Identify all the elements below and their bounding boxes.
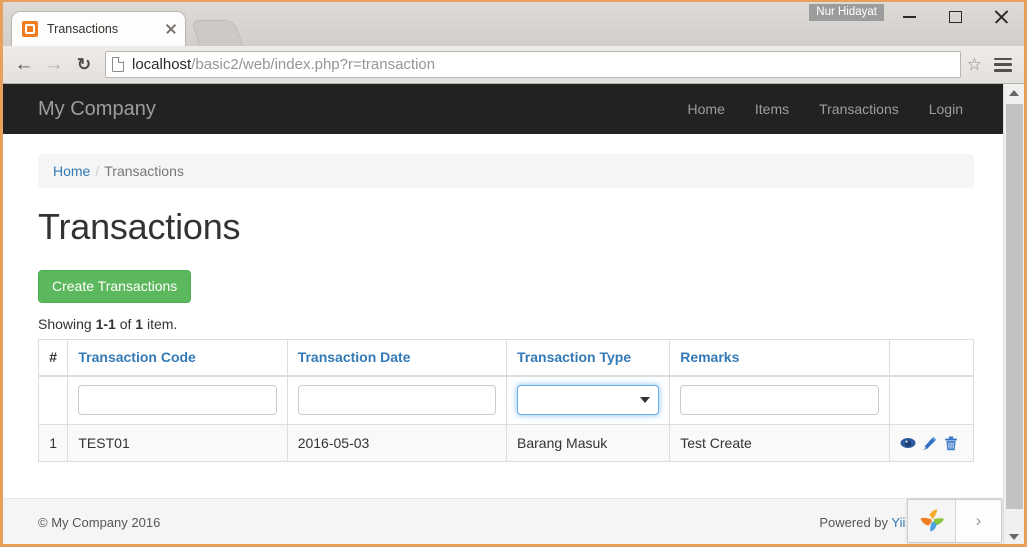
page-viewport: My Company Home Items Transactions Login… xyxy=(3,84,1024,544)
filter-cell-actions xyxy=(888,375,975,425)
breadcrumb-home-link[interactable]: Home xyxy=(53,163,90,179)
filter-transaction-date-input[interactable] xyxy=(297,385,496,415)
reload-button[interactable]: ↻ xyxy=(69,50,99,80)
web-page: My Company Home Items Transactions Login… xyxy=(3,84,1009,544)
cell-transaction-type: Barang Masuk xyxy=(505,424,671,462)
grid-filter-row xyxy=(37,375,975,425)
transactions-grid: # Transaction Code Transaction Date Tran… xyxy=(37,339,975,462)
site-navbar: My Company Home Items Transactions Login xyxy=(3,84,1009,134)
new-tab-button[interactable] xyxy=(190,20,244,46)
filter-cell-remarks xyxy=(669,375,890,425)
nav-link-items[interactable]: Items xyxy=(740,101,804,117)
create-transactions-button[interactable]: Create Transactions xyxy=(38,270,192,303)
grid-body: 1 TEST01 2016-05-03 Barang Masuk Test Cr… xyxy=(37,375,975,462)
site-footer: © My Company 2016 Powered by Yii Framewo… xyxy=(3,498,1009,544)
vertical-scrollbar[interactable] xyxy=(1003,84,1024,544)
summary-suffix: item. xyxy=(143,316,178,332)
header-remarks[interactable]: Remarks xyxy=(669,339,890,377)
view-icon[interactable] xyxy=(900,436,916,450)
user-profile-chip[interactable]: Nur Hidayat xyxy=(809,4,884,21)
summary-range: 1-1 xyxy=(95,316,116,332)
browser-tab[interactable]: Transactions xyxy=(11,11,186,46)
powered-prefix: Powered by xyxy=(819,515,892,530)
window-close-button[interactable] xyxy=(978,2,1024,32)
cell-actions xyxy=(888,424,975,462)
cell-transaction-date: 2016-05-03 xyxy=(286,424,508,462)
debug-toolbar-toggle-button[interactable]: › xyxy=(956,500,1001,542)
window-maximize-button[interactable] xyxy=(932,2,978,32)
filter-cell-date xyxy=(286,375,508,425)
grid-header-row: # Transaction Code Transaction Date Tran… xyxy=(37,339,975,377)
scrollbar-thumb[interactable] xyxy=(1006,104,1023,509)
page-title: Transactions xyxy=(38,206,241,247)
filter-transaction-type-select[interactable] xyxy=(517,385,660,415)
filter-transaction-type-wrapper xyxy=(517,385,660,415)
grid-header: # Transaction Code Transaction Date Tran… xyxy=(37,339,975,377)
site-brand[interactable]: My Company xyxy=(38,98,156,121)
scroll-up-arrow-icon[interactable] xyxy=(1004,84,1024,102)
tab-close-icon[interactable] xyxy=(163,21,179,37)
scroll-down-arrow-icon[interactable] xyxy=(1004,528,1024,544)
update-icon[interactable] xyxy=(922,436,937,451)
header-transaction-code[interactable]: Transaction Code xyxy=(67,339,288,377)
site-nav-links: Home Items Transactions Login xyxy=(673,101,978,117)
browser-window: Transactions Nur Hidayat ← → ↻ localhost… xyxy=(0,0,1027,547)
window-controls xyxy=(886,2,1024,32)
address-bar-url: localhost/basic2/web/index.php?r=transac… xyxy=(132,56,435,73)
filter-cell-type xyxy=(505,375,671,425)
summary-prefix: Showing xyxy=(38,316,96,332)
url-host: localhost xyxy=(132,56,192,73)
browser-menu-icon[interactable] xyxy=(994,57,1012,72)
back-button[interactable]: ← xyxy=(9,50,39,80)
footer-copyright: © My Company 2016 xyxy=(38,515,161,530)
window-minimize-button[interactable] xyxy=(886,2,932,32)
filter-remarks-input[interactable] xyxy=(680,385,879,415)
browser-toolbar: ← → ↻ localhost/basic2/web/index.php?r=t… xyxy=(3,46,1024,84)
filter-cell-num xyxy=(37,375,69,425)
yii-favicon-icon xyxy=(22,21,38,37)
tab-strip: Transactions Nur Hidayat xyxy=(3,2,1024,46)
breadcrumb-separator: / xyxy=(95,163,100,179)
nav-link-transactions[interactable]: Transactions xyxy=(804,101,914,117)
filter-cell-code xyxy=(67,375,288,425)
cell-row-number: 1 xyxy=(37,424,69,462)
yii-debug-toolbar: › xyxy=(907,499,1002,543)
table-row[interactable]: 1 TEST01 2016-05-03 Barang Masuk Test Cr… xyxy=(37,424,975,462)
bookmark-star-icon[interactable]: ☆ xyxy=(967,55,982,75)
breadcrumb-current: Transactions xyxy=(104,163,184,179)
nav-link-login[interactable]: Login xyxy=(914,101,978,117)
tab-title: Transactions xyxy=(47,22,119,36)
forward-button[interactable]: → xyxy=(39,50,69,80)
yii-logo-icon[interactable] xyxy=(908,500,956,542)
header-num: # xyxy=(37,339,69,377)
header-actions xyxy=(888,339,975,377)
nav-link-home[interactable]: Home xyxy=(673,101,740,117)
address-bar[interactable]: localhost/basic2/web/index.php?r=transac… xyxy=(105,51,961,78)
header-transaction-type[interactable]: Transaction Type xyxy=(505,339,671,377)
header-transaction-date[interactable]: Transaction Date xyxy=(286,339,508,377)
summary-total: 1 xyxy=(135,316,144,332)
cell-remarks: Test Create xyxy=(669,424,890,462)
summary-mid: of xyxy=(115,316,136,332)
cell-transaction-code: TEST01 xyxy=(67,424,288,462)
filter-transaction-code-input[interactable] xyxy=(78,385,277,415)
page-info-icon xyxy=(112,57,124,72)
grid-summary: Showing 1-1 of 1 item. xyxy=(38,316,974,332)
breadcrumb: Home / Transactions xyxy=(38,154,974,188)
page-container: Home / Transactions Transactions Create Tr… xyxy=(3,154,1009,462)
url-path: /basic2/web/index.php?r=transaction xyxy=(191,56,436,73)
delete-icon[interactable] xyxy=(944,436,958,451)
